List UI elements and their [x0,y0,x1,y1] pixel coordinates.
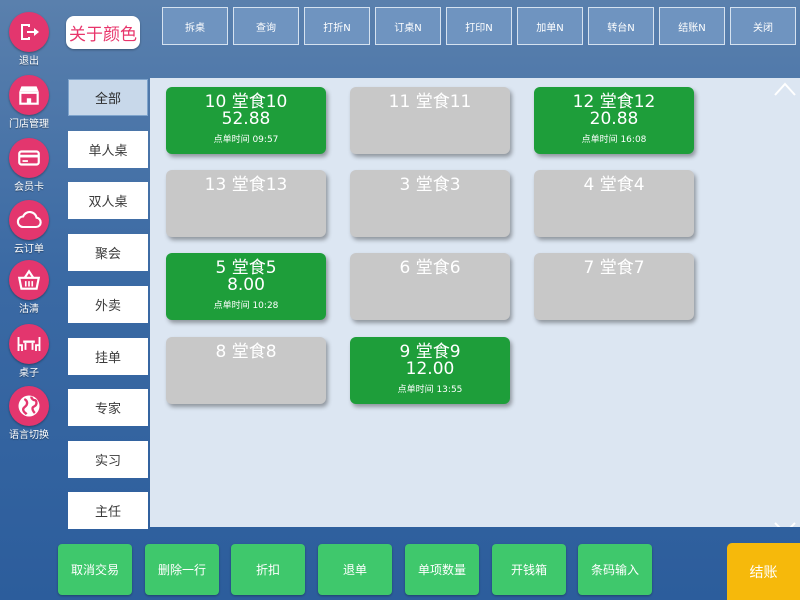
delete-line-button[interactable]: 删除一行 [145,544,219,595]
scroll-down-icon[interactable] [774,517,796,527]
sidebar-item-label: 云订单 [14,244,44,255]
sidebar-item-label: 门店管理 [9,119,49,130]
table-name: 7 堂食7 [583,258,645,278]
table-amount: 12.00 [405,359,455,379]
top-toolbar: 拆桌 查询 打折N 订桌N 打印N 加单N 转台N 结账N 关闭 [162,7,800,47]
reserve-table-button[interactable]: 订桌N [375,7,441,45]
logout-icon [9,12,49,52]
about-colors-button[interactable]: 关于颜色 [66,16,140,49]
sidebar-item-language[interactable]: 语言切换 [7,386,51,441]
transfer-table-button[interactable]: 转台N [588,7,654,45]
table-card[interactable]: 5 堂食5 8.00 点单时间 10:28 [166,253,326,320]
add-order-button[interactable]: 加单N [517,7,583,45]
category-on-hold[interactable]: 挂单 [68,338,148,375]
bottom-toolbar: 取消交易 删除一行 折扣 退单 单项数量 开钱箱 条码输入 结账 [0,527,800,600]
open-cash-drawer-button[interactable]: 开钱箱 [492,544,566,595]
sidebar: 退出 门店管理 会员卡 云订单 沽清 桌子 语言切换 [0,0,58,600]
order-time: 点单时间 13:55 [397,385,463,395]
category-single[interactable]: 单人桌 [68,131,148,168]
sidebar-item-sold-out[interactable]: 沽清 [7,260,51,315]
discount-button[interactable]: 打折N [304,7,370,45]
sidebar-item-member-card[interactable]: 会员卡 [7,138,51,193]
sidebar-item-logout[interactable]: 退出 [7,12,51,67]
sidebar-item-store-management[interactable]: 门店管理 [7,75,51,130]
table-name: 11 堂食11 [388,92,472,112]
sidebar-item-cloud-orders[interactable]: 云订单 [7,200,51,255]
close-button[interactable]: 关闭 [730,7,796,45]
category-expert[interactable]: 专家 [68,389,148,426]
table-card[interactable]: 6 堂食6 [350,253,510,320]
sidebar-item-label: 退出 [19,56,39,67]
order-time: 点单时间 10:28 [213,301,279,311]
sidebar-item-label: 语言切换 [9,430,49,441]
category-intern[interactable]: 实习 [68,441,148,478]
order-time: 点单时间 09:57 [213,135,279,145]
table-name: 13 堂食13 [204,175,288,195]
basket-icon [9,260,49,300]
table-amount: 52.88 [221,109,271,129]
table-card[interactable]: 4 堂食4 [534,170,694,237]
table-card[interactable]: 11 堂食11 [350,87,510,154]
table-amount: 8.00 [227,275,265,295]
category-double[interactable]: 双人桌 [68,182,148,219]
table-card[interactable]: 9 堂食9 12.00 点单时间 13:55 [350,337,510,404]
table-card[interactable]: 10 堂食10 52.88 点单时间 09:57 [166,87,326,154]
refund-button[interactable]: 退单 [318,544,392,595]
print-button[interactable]: 打印N [446,7,512,45]
category-all[interactable]: 全部 [68,79,148,116]
table-card[interactable]: 8 堂食8 [166,337,326,404]
table-name: 4 堂食4 [583,175,645,195]
discount-action-button[interactable]: 折扣 [231,544,305,595]
order-time: 点单时间 16:08 [581,135,647,145]
checkout-button[interactable]: 结账 [727,543,800,600]
scroll-up-icon[interactable] [774,78,796,100]
sidebar-item-tables[interactable]: 桌子 [7,324,51,379]
table-card[interactable]: 13 堂食13 [166,170,326,237]
category-takeout[interactable]: 外卖 [68,286,148,323]
table-card[interactable]: 3 堂食3 [350,170,510,237]
globe-icon [9,386,49,426]
table-amount: 20.88 [589,109,639,129]
table-name: 8 堂食8 [215,342,277,362]
member-card-icon [9,138,49,178]
table-card[interactable]: 7 堂食7 [534,253,694,320]
table-name: 6 堂食6 [399,258,461,278]
sidebar-item-label: 桌子 [19,368,39,379]
table-icon [9,324,49,364]
sidebar-item-label: 沽清 [19,304,39,315]
store-icon [9,75,49,115]
sidebar-item-label: 会员卡 [14,182,44,193]
cloud-icon [9,200,49,240]
settle-button[interactable]: 结账N [659,7,725,45]
barcode-input-button[interactable]: 条码输入 [578,544,652,595]
split-table-button[interactable]: 拆桌 [162,7,228,45]
table-grid: 10 堂食10 52.88 点单时间 09:57 11 堂食11 12 堂食12… [150,78,800,527]
search-button[interactable]: 查询 [233,7,299,45]
table-name: 3 堂食3 [399,175,461,195]
cancel-transaction-button[interactable]: 取消交易 [58,544,132,595]
category-director[interactable]: 主任 [68,492,148,529]
item-quantity-button[interactable]: 单项数量 [405,544,479,595]
table-card[interactable]: 12 堂食12 20.88 点单时间 16:08 [534,87,694,154]
category-party[interactable]: 聚会 [68,234,148,271]
